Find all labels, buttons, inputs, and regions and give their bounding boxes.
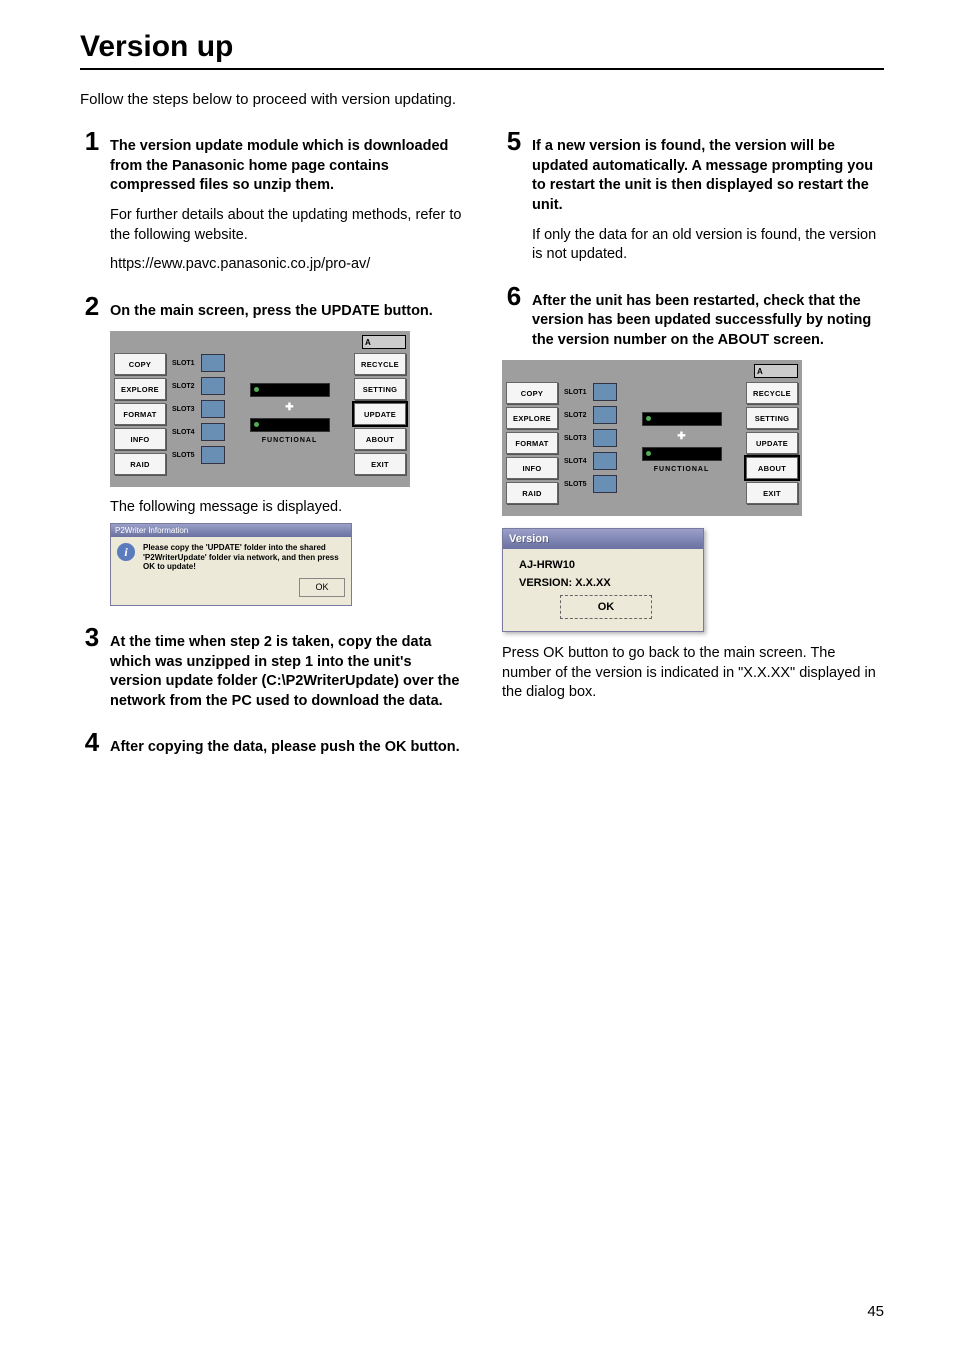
step-5-bold: If a new version is found, the version w…: [532, 138, 873, 213]
update-button[interactable]: UPDATE: [746, 432, 798, 454]
functional-label: FUNCTIONAL: [262, 437, 318, 444]
p2-card-icon: [201, 446, 225, 464]
slot5-label: SLOT5: [172, 452, 198, 459]
p2-card-icon: [593, 429, 617, 447]
explore-button[interactable]: EXPLORE: [114, 378, 166, 400]
info-dialog: P2Writer Information i Please copy the '…: [110, 523, 352, 606]
about-button[interactable]: ABOUT: [746, 457, 798, 479]
step-1-sub: For further details about the updating m…: [110, 206, 462, 245]
step-6-bold: After the unit has been restarted, check…: [532, 293, 871, 348]
step-2-bold: On the main screen, press the UPDATE but…: [110, 303, 433, 319]
version-dialog: Version AJ-HRW10 VERSION: X.X.XX OK: [502, 528, 704, 632]
exit-button[interactable]: EXIT: [354, 453, 406, 475]
step-5: 5 If a new version is found, the version…: [502, 128, 884, 264]
recycle-button[interactable]: RECYCLE: [354, 353, 406, 375]
dialog-title: P2Writer Information: [111, 524, 351, 537]
step-2-after: The following message is displayed.: [110, 499, 462, 515]
copy-button[interactable]: COPY: [506, 382, 558, 404]
step-2-num: 2: [80, 293, 104, 319]
slot4-label: SLOT4: [564, 458, 590, 465]
step-1-num: 1: [80, 128, 104, 154]
keyboard-indicator-icon: [754, 364, 798, 378]
slot4-label: SLOT4: [172, 429, 198, 436]
plus-icon: ✚: [285, 402, 293, 413]
slot3-label: SLOT3: [172, 406, 198, 413]
recycle-button[interactable]: RECYCLE: [746, 382, 798, 404]
slot3-label: SLOT3: [564, 435, 590, 442]
keyboard-indicator-icon: [362, 335, 406, 349]
update-button[interactable]: UPDATE: [354, 403, 406, 425]
step-1-url: https://eww.pavc.panasonic.co.jp/pro-av/: [110, 255, 462, 275]
step-3-bold: At the time when step 2 is taken, copy t…: [110, 634, 459, 709]
info-icon: i: [117, 543, 135, 561]
version-dialog-title: Version: [503, 529, 703, 549]
step-6: 6 After the unit has been restarted, che…: [502, 283, 884, 703]
p2-card-icon: [593, 383, 617, 401]
raid-button[interactable]: RAID: [114, 453, 166, 475]
p2-card-icon: [201, 423, 225, 441]
step-4: 4 After copying the data, please push th…: [80, 729, 462, 758]
format-button[interactable]: FORMAT: [506, 432, 558, 454]
format-button[interactable]: FORMAT: [114, 403, 166, 425]
p2-card-icon: [201, 400, 225, 418]
right-column: 5 If a new version is found, the version…: [502, 128, 884, 776]
dialog-text: Please copy the 'UPDATE' folder into the…: [143, 543, 345, 572]
slot1-label: SLOT1: [564, 389, 590, 396]
version-model: AJ-HRW10: [519, 559, 693, 571]
intro-text: Follow the steps below to proceed with v…: [80, 90, 884, 110]
setting-button[interactable]: SETTING: [354, 378, 406, 400]
slot1-label: SLOT1: [172, 360, 198, 367]
version-number: VERSION: X.X.XX: [519, 577, 693, 589]
step-6-num: 6: [502, 283, 526, 309]
drive-bar-icon: [251, 419, 329, 431]
version-ok-button[interactable]: OK: [560, 595, 652, 619]
p2-card-icon: [593, 406, 617, 424]
step-1-bold: The version update module which is downl…: [110, 138, 448, 193]
step-4-num: 4: [80, 729, 104, 755]
dialog-ok-button[interactable]: OK: [299, 578, 345, 597]
info-button[interactable]: INFO: [114, 428, 166, 450]
p2-card-icon: [593, 452, 617, 470]
functional-label: FUNCTIONAL: [654, 466, 710, 473]
step-4-bold: After copying the data, please push the …: [110, 739, 460, 755]
main-screen-update: COPY EXPLORE FORMAT INFO RAID SLOT1 SLOT…: [110, 331, 410, 487]
step-3: 3 At the time when step 2 is taken, copy…: [80, 624, 462, 711]
slot2-label: SLOT2: [564, 412, 590, 419]
about-button[interactable]: ABOUT: [354, 428, 406, 450]
drive-bar-icon: [643, 448, 721, 460]
step-5-num: 5: [502, 128, 526, 154]
plus-icon: ✚: [677, 431, 685, 442]
copy-button[interactable]: COPY: [114, 353, 166, 375]
step-1: 1 The version update module which is dow…: [80, 128, 462, 274]
main-screen-about: COPY EXPLORE FORMAT INFO RAID SLOT1 SLOT…: [502, 360, 802, 516]
step-3-num: 3: [80, 624, 104, 650]
step-2: 2 On the main screen, press the UPDATE b…: [80, 293, 462, 606]
raid-button[interactable]: RAID: [506, 482, 558, 504]
drive-bar-icon: [643, 413, 721, 425]
drive-bar-icon: [251, 384, 329, 396]
info-button[interactable]: INFO: [506, 457, 558, 479]
page-number: 45: [867, 1303, 884, 1320]
slot5-label: SLOT5: [564, 481, 590, 488]
left-column: 1 The version update module which is dow…: [80, 128, 462, 776]
page-title: Version up: [80, 30, 884, 70]
setting-button[interactable]: SETTING: [746, 407, 798, 429]
p2-card-icon: [201, 354, 225, 372]
p2-card-icon: [201, 377, 225, 395]
slot2-label: SLOT2: [172, 383, 198, 390]
exit-button[interactable]: EXIT: [746, 482, 798, 504]
step-6-after1: Press OK button to go back to the main s…: [502, 645, 807, 661]
step-5-sub: If only the data for an old version is f…: [532, 226, 884, 265]
p2-card-icon: [593, 475, 617, 493]
explore-button[interactable]: EXPLORE: [506, 407, 558, 429]
